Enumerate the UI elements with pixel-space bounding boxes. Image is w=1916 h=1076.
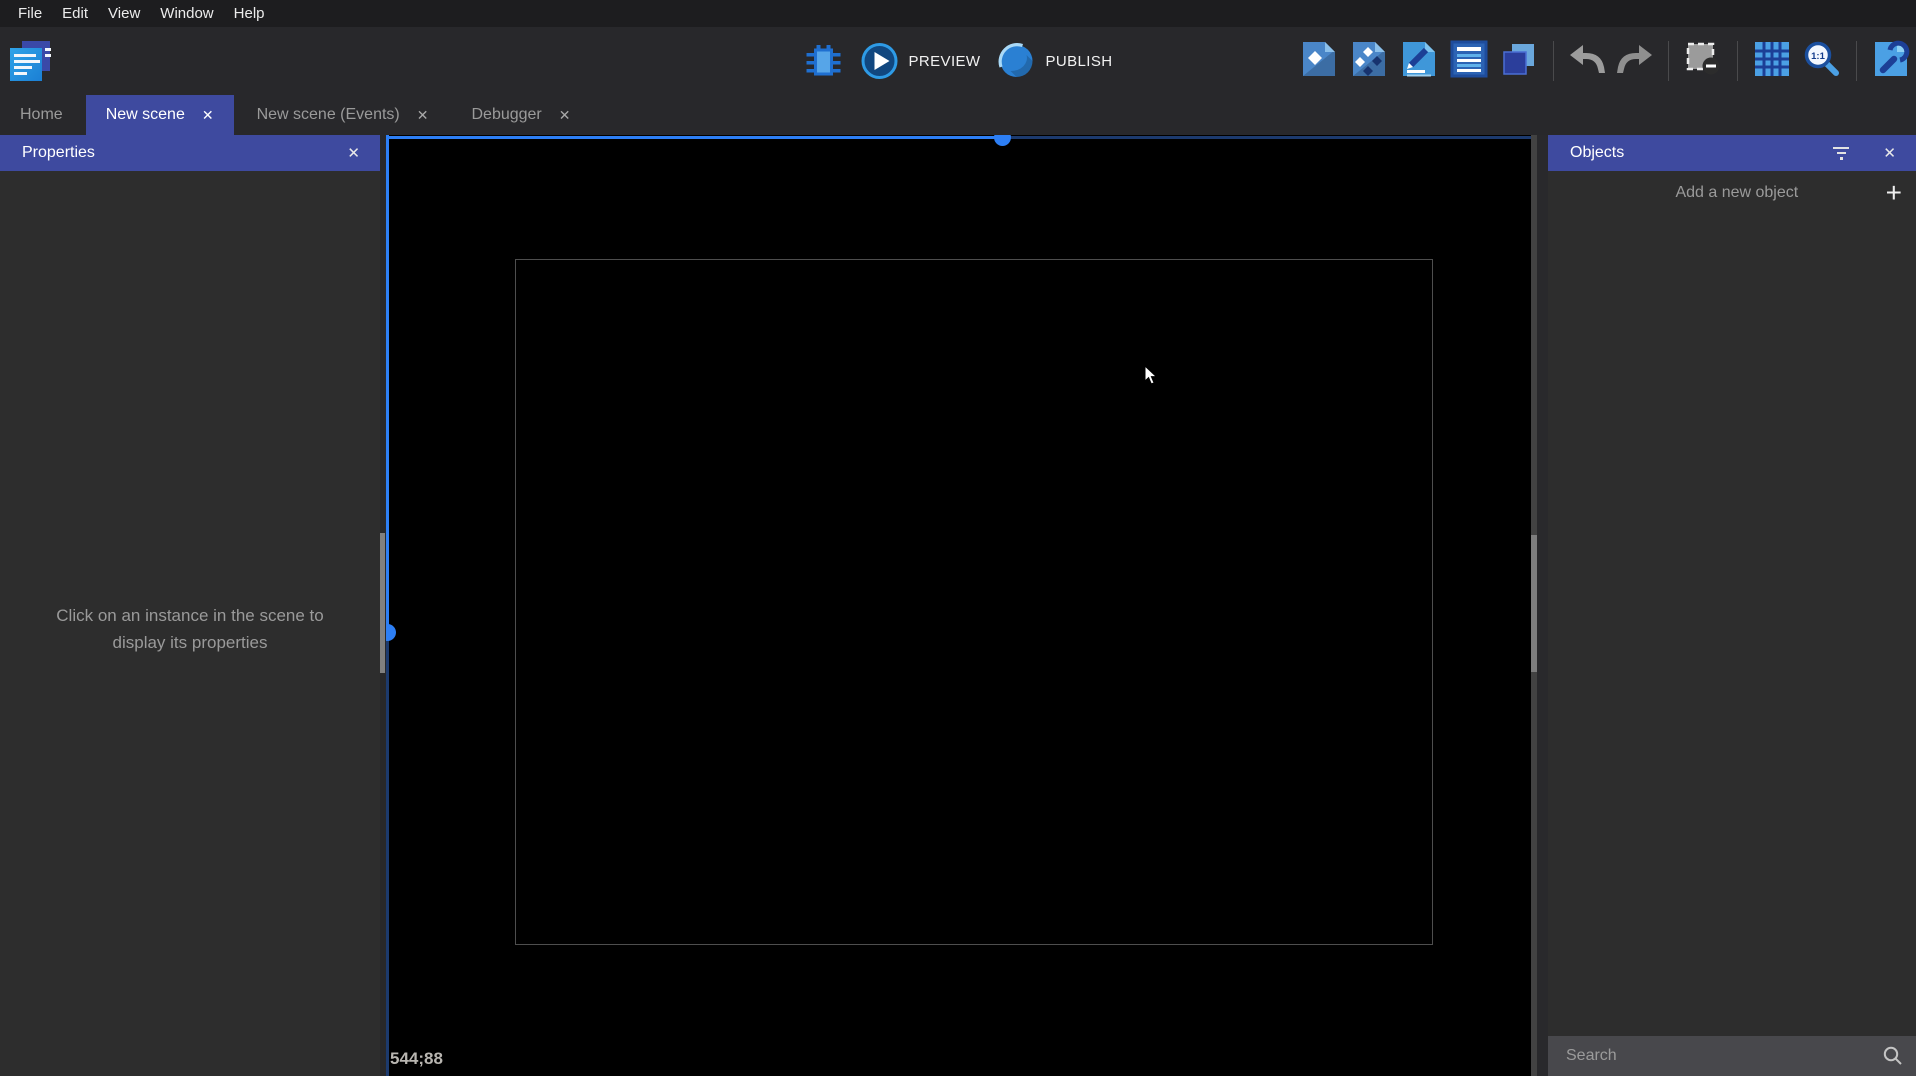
- properties-panel: Properties ✕ Click on an instance in the…: [0, 135, 380, 1076]
- objects-editor-icon: [1300, 40, 1338, 78]
- scene-settings-button[interactable]: [1872, 40, 1910, 83]
- right-panel-gap: [1537, 135, 1548, 1076]
- objects-panel: Objects ✕ Add a new object +: [1548, 135, 1916, 1076]
- cursor-coordinates-label: 544;88: [390, 1049, 443, 1069]
- tab-home[interactable]: Home: [0, 95, 83, 135]
- publish-button[interactable]: PUBLISH: [996, 41, 1112, 81]
- open-instances-list-button[interactable]: [1450, 40, 1488, 83]
- close-icon[interactable]: ✕: [341, 144, 366, 162]
- menu-edit[interactable]: Edit: [52, 0, 98, 27]
- svg-text:1:1: 1:1: [1811, 50, 1825, 61]
- close-icon[interactable]: ✕: [417, 107, 429, 124]
- open-objects-editor-button[interactable]: [1300, 40, 1338, 83]
- toolbar-separator: [1856, 41, 1857, 81]
- debug-icon: [804, 40, 844, 82]
- main-toolbar: PREVIEW PUBLISH: [0, 27, 1916, 95]
- filter-icon[interactable]: [1833, 147, 1849, 160]
- open-layers-panel-button[interactable]: [1500, 40, 1538, 83]
- close-icon[interactable]: ✕: [559, 107, 571, 124]
- open-object-groups-button[interactable]: [1350, 40, 1388, 83]
- menu-window[interactable]: Window: [150, 0, 223, 27]
- zoom-1-1-button[interactable]: 1:1: [1803, 40, 1841, 83]
- add-object-button[interactable]: Add a new object +: [1548, 171, 1916, 215]
- clear-selection-button[interactable]: [1684, 40, 1722, 83]
- scene-settings-icon: [1872, 40, 1910, 78]
- selection-edge-left-offscreen: [386, 632, 389, 1076]
- objects-search-input[interactable]: [1566, 1047, 1882, 1065]
- layers-panel-icon: [1500, 40, 1538, 78]
- toggle-grid-button[interactable]: [1753, 40, 1791, 83]
- toolbar-separator: [1553, 41, 1554, 81]
- tab-new-scene[interactable]: New scene ✕: [86, 95, 234, 135]
- clear-selection-icon: [1684, 40, 1722, 78]
- add-object-label: Add a new object: [1562, 184, 1886, 202]
- redo-icon: [1617, 44, 1653, 74]
- menu-file[interactable]: File: [8, 0, 52, 27]
- undo-button[interactable]: [1569, 44, 1605, 79]
- close-icon[interactable]: ✕: [202, 107, 214, 124]
- redo-button[interactable]: [1617, 44, 1653, 79]
- scene-canvas[interactable]: 544;88: [386, 135, 1531, 1076]
- game-window-frame: [515, 259, 1433, 945]
- toolbar-separator: [1737, 41, 1738, 81]
- open-properties-panel-button[interactable]: [1400, 40, 1438, 83]
- instances-list-icon: [1450, 40, 1488, 78]
- properties-panel-icon: [1400, 40, 1438, 78]
- debug-button[interactable]: [804, 40, 844, 82]
- project-manager-button[interactable]: [8, 39, 52, 83]
- gdevelop-window: File Edit View Window Help: [0, 0, 1916, 1076]
- search-icon: [1882, 1045, 1904, 1067]
- editor-tabbar: Home New scene ✕ New scene (Events) ✕ De…: [0, 95, 1916, 135]
- plus-icon: +: [1886, 179, 1902, 207]
- toolbar-separator: [1668, 41, 1669, 81]
- properties-empty-hint: Click on an instance in the scene to dis…: [0, 602, 380, 656]
- undo-icon: [1569, 44, 1605, 74]
- mouse-cursor: [1144, 365, 1158, 386]
- tab-new-scene-events[interactable]: New scene (Events) ✕: [237, 95, 449, 135]
- menu-help[interactable]: Help: [224, 0, 275, 27]
- left-panel-splitter[interactable]: [380, 533, 385, 673]
- preview-label: PREVIEW: [909, 53, 981, 70]
- zoom-1-1-icon: 1:1: [1803, 40, 1841, 78]
- grid-icon: [1753, 40, 1791, 78]
- menu-view[interactable]: View: [98, 0, 150, 27]
- selection-edge-left: [386, 135, 389, 632]
- object-groups-icon: [1350, 40, 1388, 78]
- objects-panel-title: Objects: [1562, 144, 1833, 162]
- selection-handle-top[interactable]: [994, 135, 1011, 146]
- objects-search-bar: [1548, 1036, 1916, 1076]
- preview-play-icon: [860, 41, 900, 81]
- properties-panel-title: Properties: [14, 144, 341, 162]
- tab-debugger[interactable]: Debugger ✕: [451, 95, 590, 135]
- close-icon[interactable]: ✕: [1877, 144, 1902, 162]
- menu-bar: File Edit View Window Help: [0, 0, 1916, 27]
- publish-globe-icon: [996, 41, 1036, 81]
- selection-edge-top-offscreen: [1010, 136, 1531, 139]
- selection-edge-top: [386, 136, 1010, 139]
- selection-handle-left[interactable]: [386, 624, 396, 641]
- publish-label: PUBLISH: [1045, 53, 1112, 70]
- objects-panel-header: Objects ✕: [1548, 135, 1916, 171]
- preview-button[interactable]: PREVIEW: [860, 41, 981, 81]
- properties-panel-header: Properties ✕: [0, 135, 380, 171]
